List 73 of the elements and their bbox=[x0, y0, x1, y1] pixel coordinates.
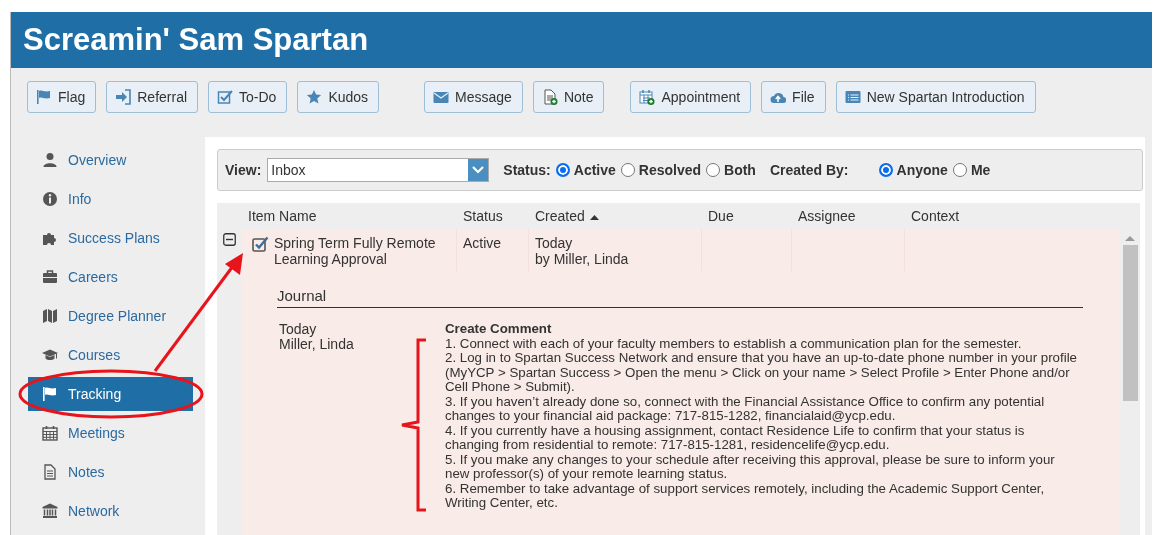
sidebar-item[interactable]: Careers bbox=[28, 260, 193, 294]
toolbar-button[interactable]: Kudos bbox=[297, 80, 380, 113]
radio-button[interactable] bbox=[555, 163, 570, 177]
view-select[interactable]: Inbox bbox=[267, 158, 490, 182]
scroll-up-icon[interactable] bbox=[1125, 235, 1135, 241]
comment-text: 6. Remember to take advantage of support services remotely, including the Academic Support Center, Writing Center, etc. bbox=[445, 481, 1046, 511]
document-plus-icon bbox=[541, 88, 558, 105]
radio-label: Resolved bbox=[638, 162, 702, 178]
puzzle-icon bbox=[42, 230, 58, 246]
comment-text: 3. If you haven’t already done so, connect with the Financial Assistance Office to confirm any potential changes to your financial aid package: 717-815-1282, financialaid@ycp.edu. bbox=[445, 394, 1046, 424]
sidebar-item[interactable]: Network bbox=[28, 494, 193, 528]
list-icon bbox=[844, 88, 861, 105]
created-by-label: Created By: bbox=[769, 162, 849, 178]
flag-icon bbox=[36, 88, 52, 105]
radio-button[interactable] bbox=[952, 163, 967, 177]
toolbar-button[interactable]: File bbox=[761, 80, 826, 113]
map-icon bbox=[42, 308, 58, 324]
person-icon bbox=[42, 152, 58, 168]
view-label: View: bbox=[225, 162, 262, 178]
info-icon bbox=[42, 191, 58, 207]
comment-text: 2. Log in to Spartan Success Network and ensure that you have an up-to-date phone number in your profile (MyYCP > Spartan Success > Open the menu > Click on your name > Select Profile > Enter Phone and/or Cell Phone > Submit). bbox=[445, 351, 1077, 395]
table-cell: Active bbox=[457, 229, 529, 271]
document-icon bbox=[42, 464, 58, 480]
chevron-down-icon bbox=[472, 165, 485, 175]
star-icon bbox=[306, 88, 323, 105]
column-header[interactable]: Due bbox=[702, 208, 792, 224]
toolbar-button[interactable]: Note bbox=[532, 80, 605, 113]
sidebar-item[interactable]: Notes bbox=[28, 455, 193, 489]
calendar-icon bbox=[42, 425, 58, 441]
entry-meta: Today Miller, Linda bbox=[278, 322, 354, 352]
comment-text: 1. Connect with each of your faculty members to establish a communication plan for the semester. bbox=[445, 336, 1023, 351]
graduation-cap-icon bbox=[42, 347, 58, 363]
journal-heading: Journal bbox=[277, 287, 1083, 308]
toolbar-button[interactable]: New Spartan Introduction bbox=[835, 80, 1036, 113]
radio-button[interactable] bbox=[620, 163, 635, 177]
sidebar-item[interactable]: Info bbox=[28, 182, 193, 216]
column-header[interactable]: Item Name bbox=[242, 208, 457, 224]
radio-button[interactable] bbox=[878, 163, 893, 177]
calendar-plus-icon bbox=[639, 88, 656, 105]
page-title: Screamin' Sam Spartan bbox=[23, 22, 369, 58]
sidebar-item[interactable]: Meetings bbox=[28, 416, 193, 450]
toolbar-button[interactable]: Flag bbox=[27, 80, 97, 113]
radio-label: Me bbox=[970, 162, 991, 178]
radio-label: Active bbox=[573, 162, 616, 178]
sidebar-item[interactable]: Overview bbox=[28, 143, 193, 177]
toolbar-button[interactable]: Appointment bbox=[630, 80, 752, 113]
comment-text: 4. If you currently have a housing assignment, contact Residence Life to confirm that your status is changing from residential to remote: 717-815-1281, residencelife@ycp.edu. bbox=[445, 423, 1026, 453]
status-label: Status: bbox=[503, 162, 551, 178]
sidebar-item[interactable]: Degree Planner bbox=[28, 299, 193, 333]
column-header[interactable]: Created bbox=[529, 208, 702, 224]
comment-title: Create Comment bbox=[445, 322, 553, 337]
column-header[interactable]: Assignee bbox=[792, 208, 905, 224]
table-cell: Today by Miller, Linda bbox=[529, 229, 702, 271]
sign-in-icon bbox=[115, 88, 132, 105]
checked-checkbox-icon[interactable] bbox=[252, 236, 269, 252]
column-header[interactable]: Status bbox=[457, 208, 529, 224]
item-name[interactable]: Spring Term Fully Remote Learning Approval bbox=[248, 235, 456, 267]
toolbar-button[interactable]: To-Do bbox=[208, 80, 288, 113]
toolbar-button[interactable]: Message bbox=[424, 80, 523, 113]
radio-label: Both bbox=[724, 162, 756, 178]
checkbox-icon bbox=[217, 88, 234, 105]
sidebar-item[interactable]: Courses bbox=[28, 338, 193, 372]
flag-icon bbox=[42, 386, 58, 402]
bank-icon bbox=[42, 503, 58, 519]
briefcase-icon bbox=[42, 269, 58, 285]
collapse-icon[interactable] bbox=[223, 233, 236, 246]
radio-button[interactable] bbox=[706, 163, 721, 177]
radio-label: Anyone bbox=[896, 162, 948, 178]
comment-text: 5. If you make any changes to your schedule after receiving this approval, please be sure to inform your new professor(s) of your remote learning status. bbox=[445, 452, 1056, 482]
column-header[interactable]: Context bbox=[905, 208, 1120, 224]
sidebar-item[interactable]: Tracking bbox=[28, 377, 193, 411]
sidebar-item[interactable]: Success Plans bbox=[28, 221, 193, 255]
toolbar-button[interactable]: Referral bbox=[106, 80, 199, 113]
